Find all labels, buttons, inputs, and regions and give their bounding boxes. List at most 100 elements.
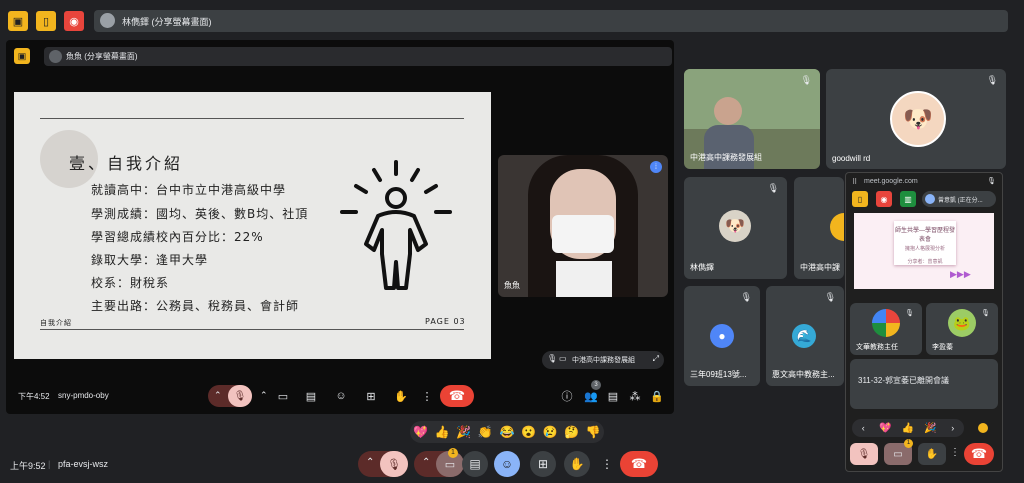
reaction-skin-tone-icon[interactable] (978, 423, 988, 433)
inner-raise-hand-button[interactable]: ✋ (390, 385, 412, 407)
participant-name: 三年09班13號... (690, 370, 747, 379)
pip-reaction-heart[interactable]: 💖 (876, 423, 896, 434)
reaction-bar: 💖 👍 🎉 👏 😂 😮 😢 🤔 👎 (410, 421, 604, 443)
self-view-label: 中港高中課務發展組 (572, 357, 635, 364)
shared-slide: 壹、自我介紹 就讀高中：台中市立中港高級中學 學測成績：國均、英後、數B均、社頂… (14, 92, 491, 359)
participant-tile-3: 🐶 🎙 林儁鐸 (684, 177, 787, 279)
inner-info-button[interactable]: ⓘ (556, 385, 578, 407)
arrows-decoration-icon: ▶▶▶ (950, 269, 971, 279)
pip-reaction-party[interactable]: 🎉 (920, 423, 940, 434)
reaction-heart[interactable]: 💖 (411, 425, 431, 439)
participant-name: 文華教務主任 (856, 344, 898, 351)
inner-leave-call-button[interactable]: ☎ (440, 385, 474, 407)
presenter-bar: 林儁鐸 (分享螢幕畫面) (94, 10, 1008, 32)
inner-camera-chevron-icon[interactable]: ⌃ (260, 390, 268, 401)
mic-off-button[interactable]: 🎙 (380, 451, 408, 477)
participant-tile-6: 🌊 🎙 惠文高中教務主... (766, 286, 844, 386)
inner-presenter-avatar (49, 50, 62, 63)
inner-mic-group[interactable]: ⌃ 🎙 (208, 385, 252, 407)
participant-avatar: 🐶 (719, 210, 751, 242)
camera-icon: ▭ (559, 354, 567, 363)
chevron-up-icon[interactable]: ⌃ (214, 390, 222, 401)
speaking-indicator-icon: ⁞ (650, 161, 662, 173)
door-icon[interactable]: ▯ (36, 11, 56, 31)
mic-group[interactable]: ⌃ 🎙 (358, 451, 408, 477)
reaction-sad[interactable]: 😢 (540, 425, 560, 439)
next-chevron-icon[interactable]: › (943, 423, 963, 433)
participant-tile-5: ● 🎙 三年09班13號... (684, 286, 760, 386)
reaction-surprised[interactable]: 😮 (519, 425, 539, 439)
slide-line-4: 錄取大學：逢甲大學 (91, 253, 209, 267)
participant-tile-2: 🐶 🎙 goodwill rd (826, 69, 1006, 169)
participant-avatar: 🌊 (792, 324, 816, 348)
reaction-clap[interactable]: 👏 (475, 425, 495, 439)
participant-tile-1: 🎙 中港高中課務發展組 (684, 69, 820, 169)
reaction-party[interactable]: 🎉 (454, 425, 474, 439)
face-mask (552, 215, 614, 253)
slide-bottom-rule (40, 329, 464, 330)
inner-emoji-button[interactable]: ☺ (330, 385, 352, 407)
pip-tile-1: 🎙 文華教務主任 (850, 303, 922, 355)
participant-name: 中港高中課 (800, 263, 840, 272)
present-button[interactable]: ⊞ (530, 451, 556, 477)
slide-footer-right: PAGE 03 (425, 317, 466, 326)
inner-time: 下午4:52 (18, 392, 50, 401)
reaction-thumbs-down[interactable]: 👎 (583, 425, 603, 439)
inner-more-options-button[interactable]: ⋮ (416, 385, 438, 407)
pip-layout-icon[interactable]: ▥ (900, 191, 916, 207)
camera-chevron-icon[interactable]: ⌃ (422, 457, 430, 468)
raise-hand-button[interactable]: ✋ (564, 451, 590, 477)
emoji-button[interactable]: ☺ (494, 451, 520, 477)
inner-panel-icon[interactable]: ▣ (14, 48, 30, 64)
mic-chevron-icon[interactable]: ⌃ (366, 457, 374, 468)
leave-notice-text: 311-32-郭宣萎已離開會議 (858, 376, 949, 385)
pip-raise-hand-button[interactable]: ✋ (918, 443, 946, 465)
toggle-panel-icon[interactable]: ▣ (8, 11, 28, 31)
mini-slide-card: 師生共學—學習歷程發表會 擁抱人格展現分析 分享者：曾意凱 (894, 221, 956, 265)
expand-icon[interactable]: ⤢ (653, 354, 659, 364)
inner-chat-button[interactable]: ▤ (602, 385, 624, 407)
mic-off-icon: 🎙 (767, 183, 779, 193)
reaction-thinking[interactable]: 🤔 (562, 425, 582, 439)
pip-reaction-thumbs-up[interactable]: 👍 (898, 423, 918, 434)
self-tile-name: 魚魚 (504, 281, 520, 290)
person-placeholder-icon: ● (710, 324, 734, 348)
inner-activities-button[interactable]: ⁂ (624, 385, 646, 407)
mic-off-icon: 🎙 (740, 292, 752, 302)
leave-call-button[interactable]: ☎ (620, 451, 658, 477)
pip-more-options-button[interactable]: ⋮ (950, 447, 960, 458)
inner-camera-button[interactable]: ▭ (272, 385, 294, 407)
captions-button[interactable]: ▤ (462, 451, 488, 477)
more-options-button[interactable]: ⋮ (594, 451, 620, 477)
pip-reaction-bar: ‹ 💖 👍 🎉 › (852, 419, 964, 437)
mic-off-icon: 🎙 (824, 292, 836, 302)
pip-leave-call-button[interactable]: ☎ (964, 443, 994, 465)
participant-name: goodwill rd (832, 154, 871, 163)
pip-record-icon[interactable]: ◉ (876, 191, 892, 207)
pip-mic-off-button[interactable]: 🎙 (850, 443, 878, 465)
slide-line-6: 主要出路：公務員、稅務員、會計師 (91, 299, 300, 313)
pip-camera-badge: 1 (904, 439, 913, 448)
camera-badge: 1 (448, 448, 458, 458)
pip-door-icon[interactable]: ▯ (852, 191, 868, 207)
person-shirt (556, 261, 612, 297)
meeting-code: pfa-evsj-wsz (58, 459, 109, 469)
inner-presenter-bar: 魚魚 (分享螢幕畫面) (44, 47, 672, 66)
drag-handle-icon[interactable]: ⠿ (852, 178, 857, 186)
inner-captions-button[interactable]: ▤ (300, 385, 322, 407)
mini-slide-caption: 分享者：曾意凱 (907, 259, 943, 265)
prev-chevron-icon[interactable]: ‹ (853, 423, 873, 433)
reaction-laugh[interactable]: 😂 (497, 425, 517, 439)
self-view-chip[interactable]: 🎙 ▭ 中港高中課務發展組 ⤢ (542, 351, 664, 369)
inner-mic-off-button[interactable]: 🎙 (228, 385, 252, 407)
reaction-thumbs-up[interactable]: 👍 (432, 425, 452, 439)
pip-mic-icon: 🎙 (987, 178, 996, 185)
inner-present-button[interactable]: ⊞ (360, 385, 382, 407)
record-icon[interactable]: ◉ (64, 11, 84, 31)
inner-meet-window: ▣ 魚魚 (分享螢幕畫面) 壹、自我介紹 就讀高中：台中市立中港高級中學 學測成… (6, 40, 674, 414)
slide-title: 壹、自我介紹 (69, 154, 184, 173)
dog-avatar: 🐶 (890, 91, 946, 147)
pip-shared-slide: 師生共學—學習歷程發表會 擁抱人格展現分析 分享者：曾意凱 ▶▶▶ (854, 213, 994, 289)
participant-tile-4: 中港高中課 (794, 177, 844, 279)
inner-host-controls-button[interactable]: 🔒 (646, 385, 668, 407)
